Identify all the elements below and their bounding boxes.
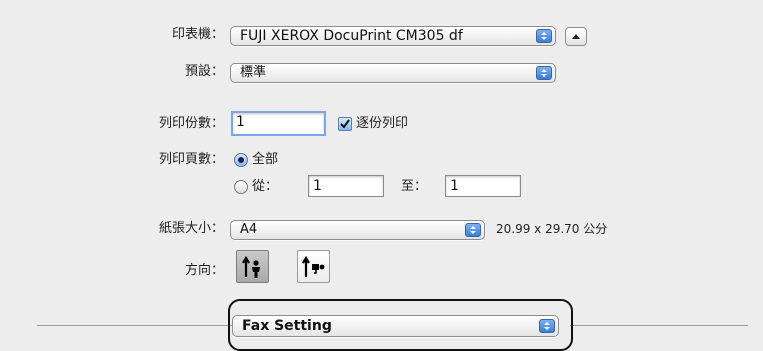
separator-left — [37, 325, 232, 326]
pages-to-label: 至： — [401, 179, 428, 194]
pages-from-input[interactable]: 1 — [308, 175, 384, 197]
presets-popup[interactable]: 標準 — [230, 63, 556, 83]
highlight-callout — [228, 299, 573, 351]
presets-value: 標準 — [240, 65, 267, 80]
portrait-orientation-icon — [242, 255, 260, 278]
pages-from-label: 從： — [252, 179, 279, 194]
popup-stepper-icon — [536, 66, 552, 80]
pages-range-radio[interactable] — [234, 180, 248, 194]
separator-right — [570, 325, 748, 326]
copies-label: 列印份數： — [158, 116, 224, 131]
paper-size-value: A4 — [240, 222, 258, 237]
presets-label: 預設： — [184, 64, 224, 79]
checkmark-icon — [340, 119, 350, 129]
collate-checkbox[interactable] — [338, 117, 352, 131]
landscape-button[interactable] — [297, 250, 330, 283]
popup-stepper-icon — [465, 223, 481, 237]
landscape-orientation-icon — [302, 255, 325, 277]
pages-all-radio[interactable] — [234, 153, 248, 167]
portrait-button[interactable] — [236, 250, 269, 283]
pages-all-label: 全部 — [252, 152, 279, 167]
paper-dimensions: 20.99 x 29.70 公分 — [496, 222, 608, 236]
pages-label: 列印頁數： — [158, 152, 224, 167]
paper-size-popup[interactable]: A4 — [230, 220, 485, 240]
printer-popup[interactable]: FUJI XEROX DocuPrint CM305 df — [230, 26, 556, 46]
expand-details-button[interactable] — [565, 27, 587, 46]
printer-value: FUJI XEROX DocuPrint CM305 df — [240, 28, 463, 44]
paper-size-label: 紙張大小： — [158, 221, 224, 236]
printer-label: 印表機： — [171, 27, 224, 42]
copies-input[interactable]: 1 — [231, 111, 326, 136]
collate-label: 逐份列印 — [356, 116, 409, 131]
popup-stepper-icon — [536, 29, 552, 43]
pages-to-input[interactable]: 1 — [445, 175, 521, 197]
orientation-label: 方向： — [184, 263, 224, 278]
triangle-up-icon — [572, 34, 580, 39]
